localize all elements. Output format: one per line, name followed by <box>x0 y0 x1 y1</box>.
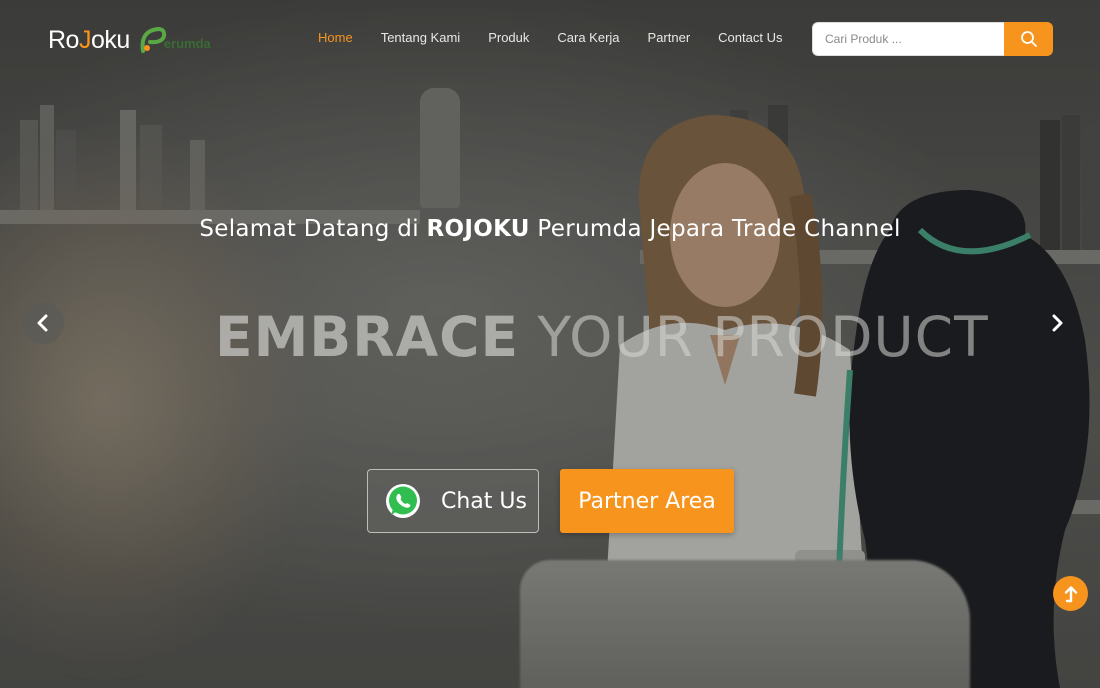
chat-us-button[interactable]: Chat Us <box>367 469 539 533</box>
nav-tentang-kami[interactable]: Tentang Kami <box>381 30 461 45</box>
product-search <box>812 22 1053 56</box>
site-header: RoJoku erumda Home Tentang Kami Produk C… <box>0 0 1100 78</box>
carousel-next-button[interactable] <box>1036 302 1078 344</box>
perumda-logo-text: erumda <box>163 35 211 51</box>
carousel-prev-button[interactable] <box>22 302 64 344</box>
nav-contact-us[interactable]: Contact Us <box>718 30 782 45</box>
nav-produk[interactable]: Produk <box>488 30 529 45</box>
site-logo[interactable]: RoJoku erumda <box>48 22 211 58</box>
back-to-top-button[interactable] <box>1053 576 1088 611</box>
chevron-left-icon <box>37 314 48 332</box>
partner-area-button[interactable]: Partner Area <box>560 469 734 533</box>
arrow-up-icon <box>1064 585 1077 602</box>
main-nav: Home Tentang Kami Produk Cara Kerja Part… <box>318 30 810 45</box>
chat-us-label: Chat Us <box>441 488 527 514</box>
hero-slogan: EMBRACE YOUR PRODUCT <box>215 305 989 369</box>
nav-partner[interactable]: Partner <box>648 30 691 45</box>
search-input[interactable] <box>812 22 1004 56</box>
nav-cara-kerja[interactable]: Cara Kerja <box>557 30 619 45</box>
chevron-right-icon <box>1052 314 1063 332</box>
search-button[interactable] <box>1004 22 1053 56</box>
nav-home[interactable]: Home <box>318 30 353 45</box>
search-icon <box>1020 31 1037 47</box>
whatsapp-icon <box>386 484 420 518</box>
hero-title: Selamat Datang di ROJOKU Perumda Jepara … <box>199 216 901 242</box>
logo-wordmark: RoJoku <box>48 25 130 54</box>
